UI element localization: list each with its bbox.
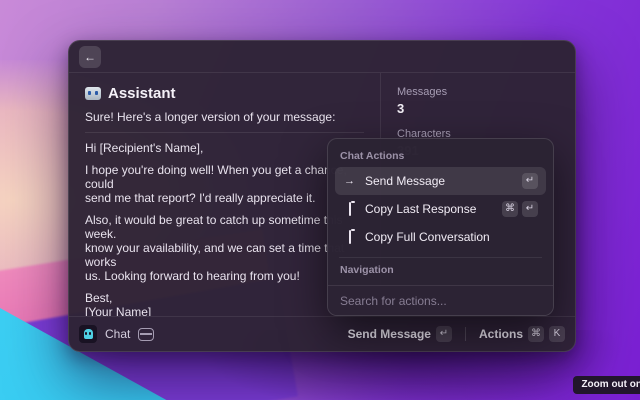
enter-key-badge: ↵ [436,326,452,342]
desktop: ← Assistant Sure! Here's a longer versio… [0,0,640,400]
stat-label-messages: Messages [397,86,559,98]
menu-item-copy-last-response[interactable]: Copy Last Response ⌘ ↵ [335,195,546,223]
divider [85,132,364,133]
divider [465,327,466,341]
bottom-bar-app-label: Chat [105,327,130,341]
k-key-badge: K [549,326,565,342]
send-message-label: Send Message [348,327,431,341]
zoom-tooltip: Zoom out on [573,376,640,394]
actions-button[interactable]: Actions ⌘ K [479,326,565,342]
extension-glyph [84,329,93,339]
section-title-chat-actions: Chat Actions [340,150,541,162]
menu-item-label: Send Message [365,174,513,188]
cmd-key-badge: ⌘ [502,201,518,217]
message-greeting: Hi [Recipient's Name], [85,141,364,155]
back-button[interactable]: ← [79,46,101,68]
menu-item-label: Copy Full Conversation [365,230,538,244]
actions-overlay-panel: Chat Actions → Send Message ↵ Copy Last … [327,138,554,316]
message-signoff: Best, [Your Name] [85,291,364,316]
actions-search-input[interactable] [340,294,541,308]
chat-extension-icon [79,325,97,343]
actions-search-bar [328,285,553,315]
actions-list: Chat Actions → Send Message ↵ Copy Last … [328,139,553,285]
assistant-header: Assistant [85,85,364,102]
window-header: ← [69,41,575,73]
section-title-navigation: Navigation [340,264,541,276]
actions-label: Actions [479,327,523,341]
panel-icon [138,328,154,341]
cmd-key-badge: ⌘ [528,326,544,342]
back-arrow-icon: ← [84,50,96,64]
assistant-intro-text: Sure! Here's a longer version of your me… [85,110,364,124]
stat-value-messages: 3 [397,101,559,116]
clipboard-icon [343,203,356,215]
menu-item-send-message[interactable]: → Send Message ↵ [335,167,546,195]
send-message-button[interactable]: Send Message ↵ [348,326,452,342]
divider [339,257,542,258]
assistant-name: Assistant [108,85,176,102]
message-paragraph-2: Also, it would be great to catch up some… [85,213,364,283]
arrow-right-icon: → [343,175,356,187]
enter-key-badge: ↵ [522,173,538,189]
menu-item-label: Copy Last Response [365,202,493,216]
window-bottom-bar: Chat Send Message ↵ Actions ⌘ K [69,316,575,351]
message-paragraph-1: I hope you're doing well! When you get a… [85,163,364,205]
menu-item-copy-full-conversation[interactable]: Copy Full Conversation [335,223,546,251]
enter-key-badge: ↵ [522,201,538,217]
shortcut-keys: ↵ [522,173,538,189]
clipboard-icon [343,231,356,243]
shortcut-keys: ⌘ ↵ [502,201,538,217]
robot-emoji [85,87,101,100]
